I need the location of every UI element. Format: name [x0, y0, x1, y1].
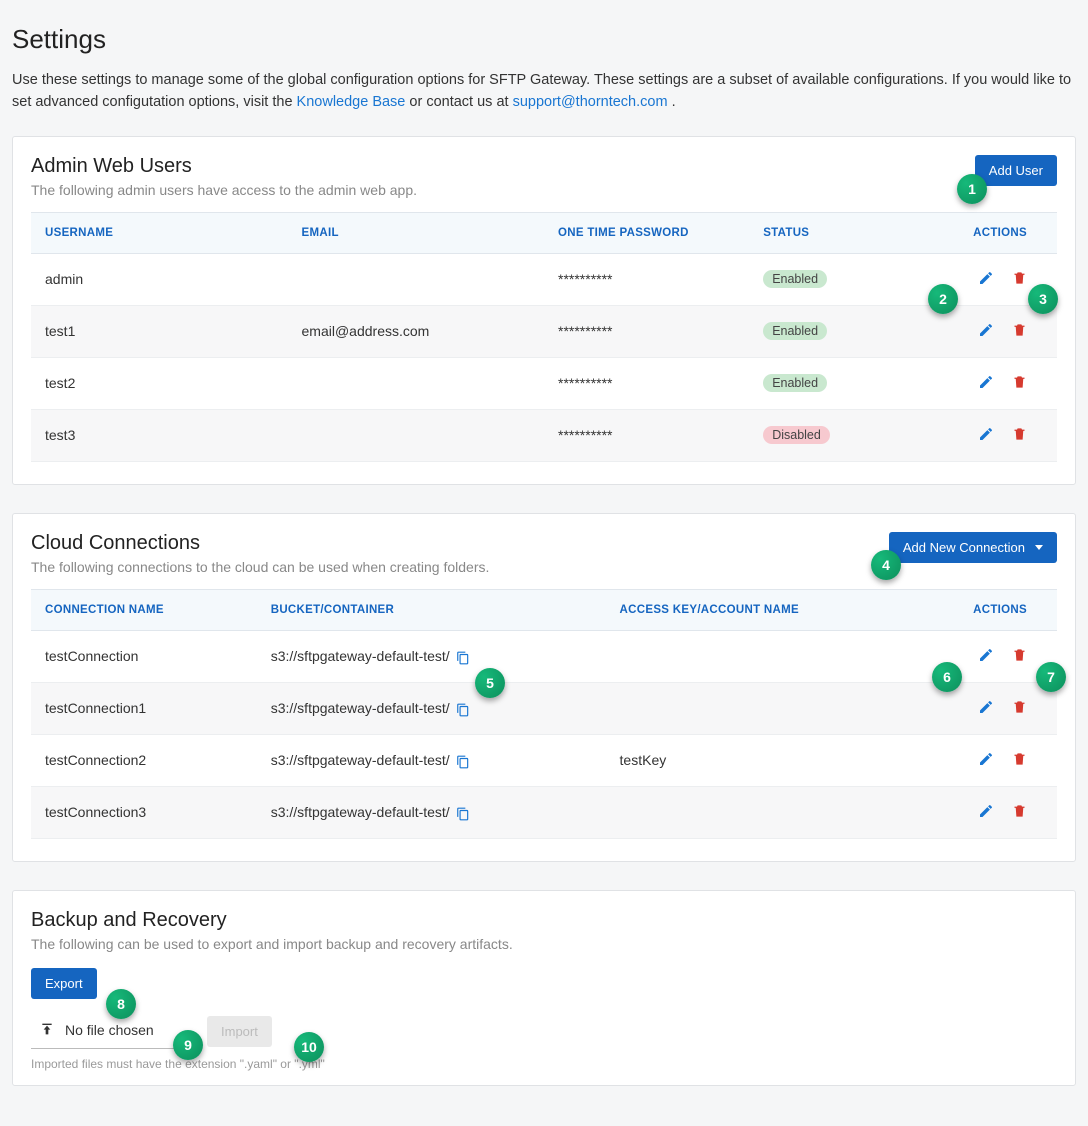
th-email: EMAIL — [288, 212, 545, 253]
delete-icon[interactable] — [1012, 374, 1027, 390]
intro-end: . — [672, 94, 676, 110]
cell-status: Enabled — [749, 305, 903, 357]
th-actions: ACTIONS — [903, 212, 1057, 253]
edit-icon[interactable] — [978, 374, 994, 390]
th-access-key: ACCESS KEY/ACCOUNT NAME — [606, 589, 914, 630]
cell-email — [288, 253, 545, 305]
cell-conn-name: testConnection2 — [31, 734, 257, 786]
table-row: test2 ********** Enabled — [31, 357, 1057, 409]
chevron-down-icon — [1035, 545, 1043, 550]
cell-access-key: testKey — [606, 734, 914, 786]
intro-mid: or contact us at — [409, 94, 512, 110]
copy-icon[interactable] — [456, 755, 470, 769]
table-row: testConnections3://sftpgateway-default-t… — [31, 630, 1057, 682]
edit-icon[interactable] — [978, 322, 994, 338]
th-bucket: BUCKET/CONTAINER — [257, 589, 606, 630]
cell-email: email@address.com — [288, 305, 545, 357]
cell-otp: ********** — [544, 409, 749, 461]
admin-users-table: USERNAME EMAIL ONE TIME PASSWORD STATUS … — [31, 212, 1057, 462]
cell-otp: ********** — [544, 357, 749, 409]
cell-bucket: s3://sftpgateway-default-test/ — [257, 786, 606, 838]
table-row: test1email@address.com********** Enabled — [31, 305, 1057, 357]
page-title: Settings — [12, 24, 1076, 55]
copy-icon[interactable] — [456, 651, 470, 665]
cloud-subtitle: The following connections to the cloud c… — [31, 559, 489, 575]
cell-bucket: s3://sftpgateway-default-test/ — [257, 734, 606, 786]
cloud-connections-table: CONNECTION NAME BUCKET/CONTAINER ACCESS … — [31, 589, 1057, 839]
table-row: testConnection2s3://sftpgateway-default-… — [31, 734, 1057, 786]
th-status: STATUS — [749, 212, 903, 253]
cell-username: test3 — [31, 409, 288, 461]
table-row: admin ********** Enabled — [31, 253, 1057, 305]
cell-otp: ********** — [544, 253, 749, 305]
admin-users-card: Admin Web Users The following admin user… — [12, 136, 1076, 485]
delete-icon[interactable] — [1012, 647, 1027, 663]
file-chooser[interactable]: No file chosen — [31, 1015, 191, 1049]
delete-icon[interactable] — [1012, 803, 1027, 819]
backup-title: Backup and Recovery — [31, 909, 1057, 932]
cell-status: Enabled — [749, 357, 903, 409]
import-button[interactable]: Import — [207, 1016, 272, 1047]
cell-access-key — [606, 682, 914, 734]
support-email-link[interactable]: support@thorntech.com — [513, 94, 668, 110]
cell-status: Disabled — [749, 409, 903, 461]
delete-icon[interactable] — [1012, 751, 1027, 767]
cell-access-key — [606, 786, 914, 838]
cell-conn-name: testConnection — [31, 630, 257, 682]
admin-users-title: Admin Web Users — [31, 155, 417, 178]
table-row: test3 ********** Disabled — [31, 409, 1057, 461]
copy-icon[interactable] — [456, 807, 470, 821]
status-badge: Disabled — [763, 426, 830, 444]
backup-subtitle: The following can be used to export and … — [31, 936, 1057, 952]
edit-icon[interactable] — [978, 803, 994, 819]
cell-username: admin — [31, 253, 288, 305]
th-conn-actions: ACTIONS — [913, 589, 1057, 630]
edit-icon[interactable] — [978, 426, 994, 442]
delete-icon[interactable] — [1012, 426, 1027, 442]
cloud-connections-card: Cloud Connections The following connecti… — [12, 513, 1076, 862]
admin-users-subtitle: The following admin users have access to… — [31, 182, 417, 198]
add-connection-button[interactable]: Add New Connection — [889, 532, 1057, 563]
delete-icon[interactable] — [1012, 699, 1027, 715]
delete-icon[interactable] — [1012, 322, 1027, 338]
cell-bucket: s3://sftpgateway-default-test/ — [257, 630, 606, 682]
cell-otp: ********** — [544, 305, 749, 357]
cell-bucket: s3://sftpgateway-default-test/ — [257, 682, 606, 734]
cell-conn-name: testConnection3 — [31, 786, 257, 838]
page-intro: Use these settings to manage some of the… — [12, 69, 1076, 114]
add-connection-label: Add New Connection — [903, 540, 1025, 555]
th-conn-name: CONNECTION NAME — [31, 589, 257, 630]
edit-icon[interactable] — [978, 647, 994, 663]
export-button[interactable]: Export — [31, 968, 97, 999]
cell-access-key — [606, 630, 914, 682]
delete-icon[interactable] — [1012, 270, 1027, 286]
status-badge: Enabled — [763, 374, 827, 392]
cell-status: Enabled — [749, 253, 903, 305]
th-username: USERNAME — [31, 212, 288, 253]
status-badge: Enabled — [763, 322, 827, 340]
copy-icon[interactable] — [456, 703, 470, 717]
cell-username: test2 — [31, 357, 288, 409]
edit-icon[interactable] — [978, 751, 994, 767]
status-badge: Enabled — [763, 270, 827, 288]
edit-icon[interactable] — [978, 270, 994, 286]
file-chooser-label: No file chosen — [65, 1022, 154, 1038]
import-hint: Imported files must have the extension "… — [31, 1057, 1057, 1071]
add-user-button[interactable]: Add User — [975, 155, 1057, 186]
cloud-title: Cloud Connections — [31, 532, 489, 555]
th-otp: ONE TIME PASSWORD — [544, 212, 749, 253]
cell-email — [288, 357, 545, 409]
cell-username: test1 — [31, 305, 288, 357]
backup-card: Backup and Recovery The following can be… — [12, 890, 1076, 1086]
knowledge-base-link[interactable]: Knowledge Base — [297, 94, 406, 110]
cell-conn-name: testConnection1 — [31, 682, 257, 734]
upload-icon — [39, 1021, 55, 1040]
cell-email — [288, 409, 545, 461]
table-row: testConnection1s3://sftpgateway-default-… — [31, 682, 1057, 734]
edit-icon[interactable] — [978, 699, 994, 715]
table-row: testConnection3s3://sftpgateway-default-… — [31, 786, 1057, 838]
